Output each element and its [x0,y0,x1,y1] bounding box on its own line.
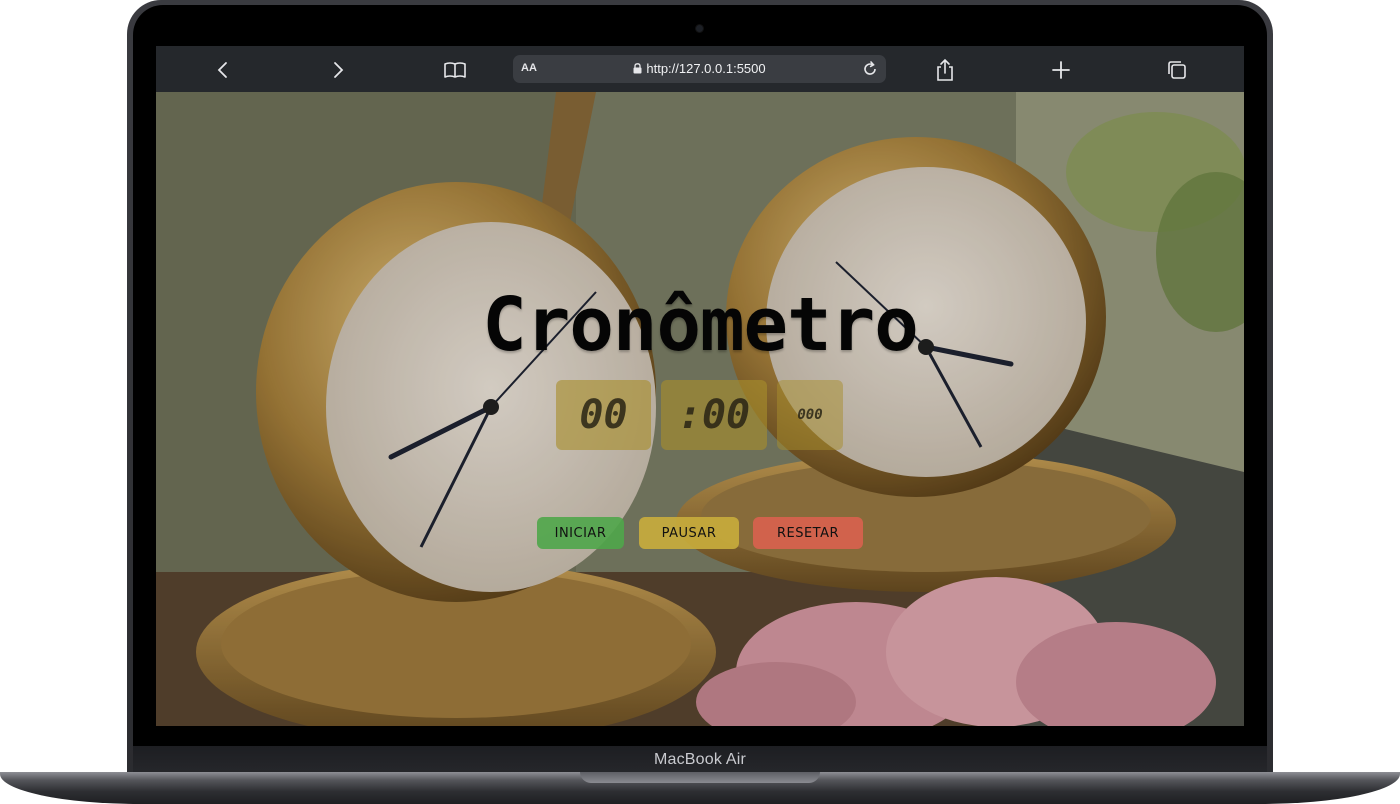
start-button[interactable]: INICIAR [537,517,624,549]
forward-button[interactable] [325,57,351,83]
laptop-chin: MacBook Air [133,746,1267,774]
new-tab-button[interactable] [1048,57,1074,83]
browser-toolbar: AA http://127.0.0.1:5500 [156,46,1244,92]
browser-window: AA http://127.0.0.1:5500 Cronômetro 00:… [156,46,1244,726]
camera-icon [696,25,703,32]
page-title: Cronômetro [482,282,919,368]
share-icon [937,58,953,81]
url-display: http://127.0.0.1:5500 [513,61,886,76]
url-text: http://127.0.0.1:5500 [646,61,766,76]
chevron-left-icon [217,62,227,78]
milliseconds-display: 000 [777,380,843,450]
tabs-icon [1168,61,1186,79]
reload-icon[interactable] [860,59,880,79]
chevron-right-icon [334,62,344,78]
device-label: MacBook Air [653,751,746,768]
minutes-display: 00 [556,380,651,450]
stopwatch-page: Cronômetro 00 :00 000 INICIAR PAUSAR RES… [156,92,1244,726]
share-button[interactable] [932,57,958,83]
address-bar[interactable]: AA http://127.0.0.1:5500 [513,55,886,83]
plus-icon [1052,61,1070,79]
back-button[interactable] [210,57,236,83]
book-icon [444,62,466,78]
laptop-notch [580,772,820,783]
tabs-overview-button[interactable] [1164,57,1190,83]
lock-icon [633,63,642,74]
seconds-display: :00 [661,380,767,450]
bookmarks-button[interactable] [442,57,468,83]
reset-button[interactable]: RESETAR [753,517,863,549]
pause-button[interactable]: PAUSAR [639,517,739,549]
